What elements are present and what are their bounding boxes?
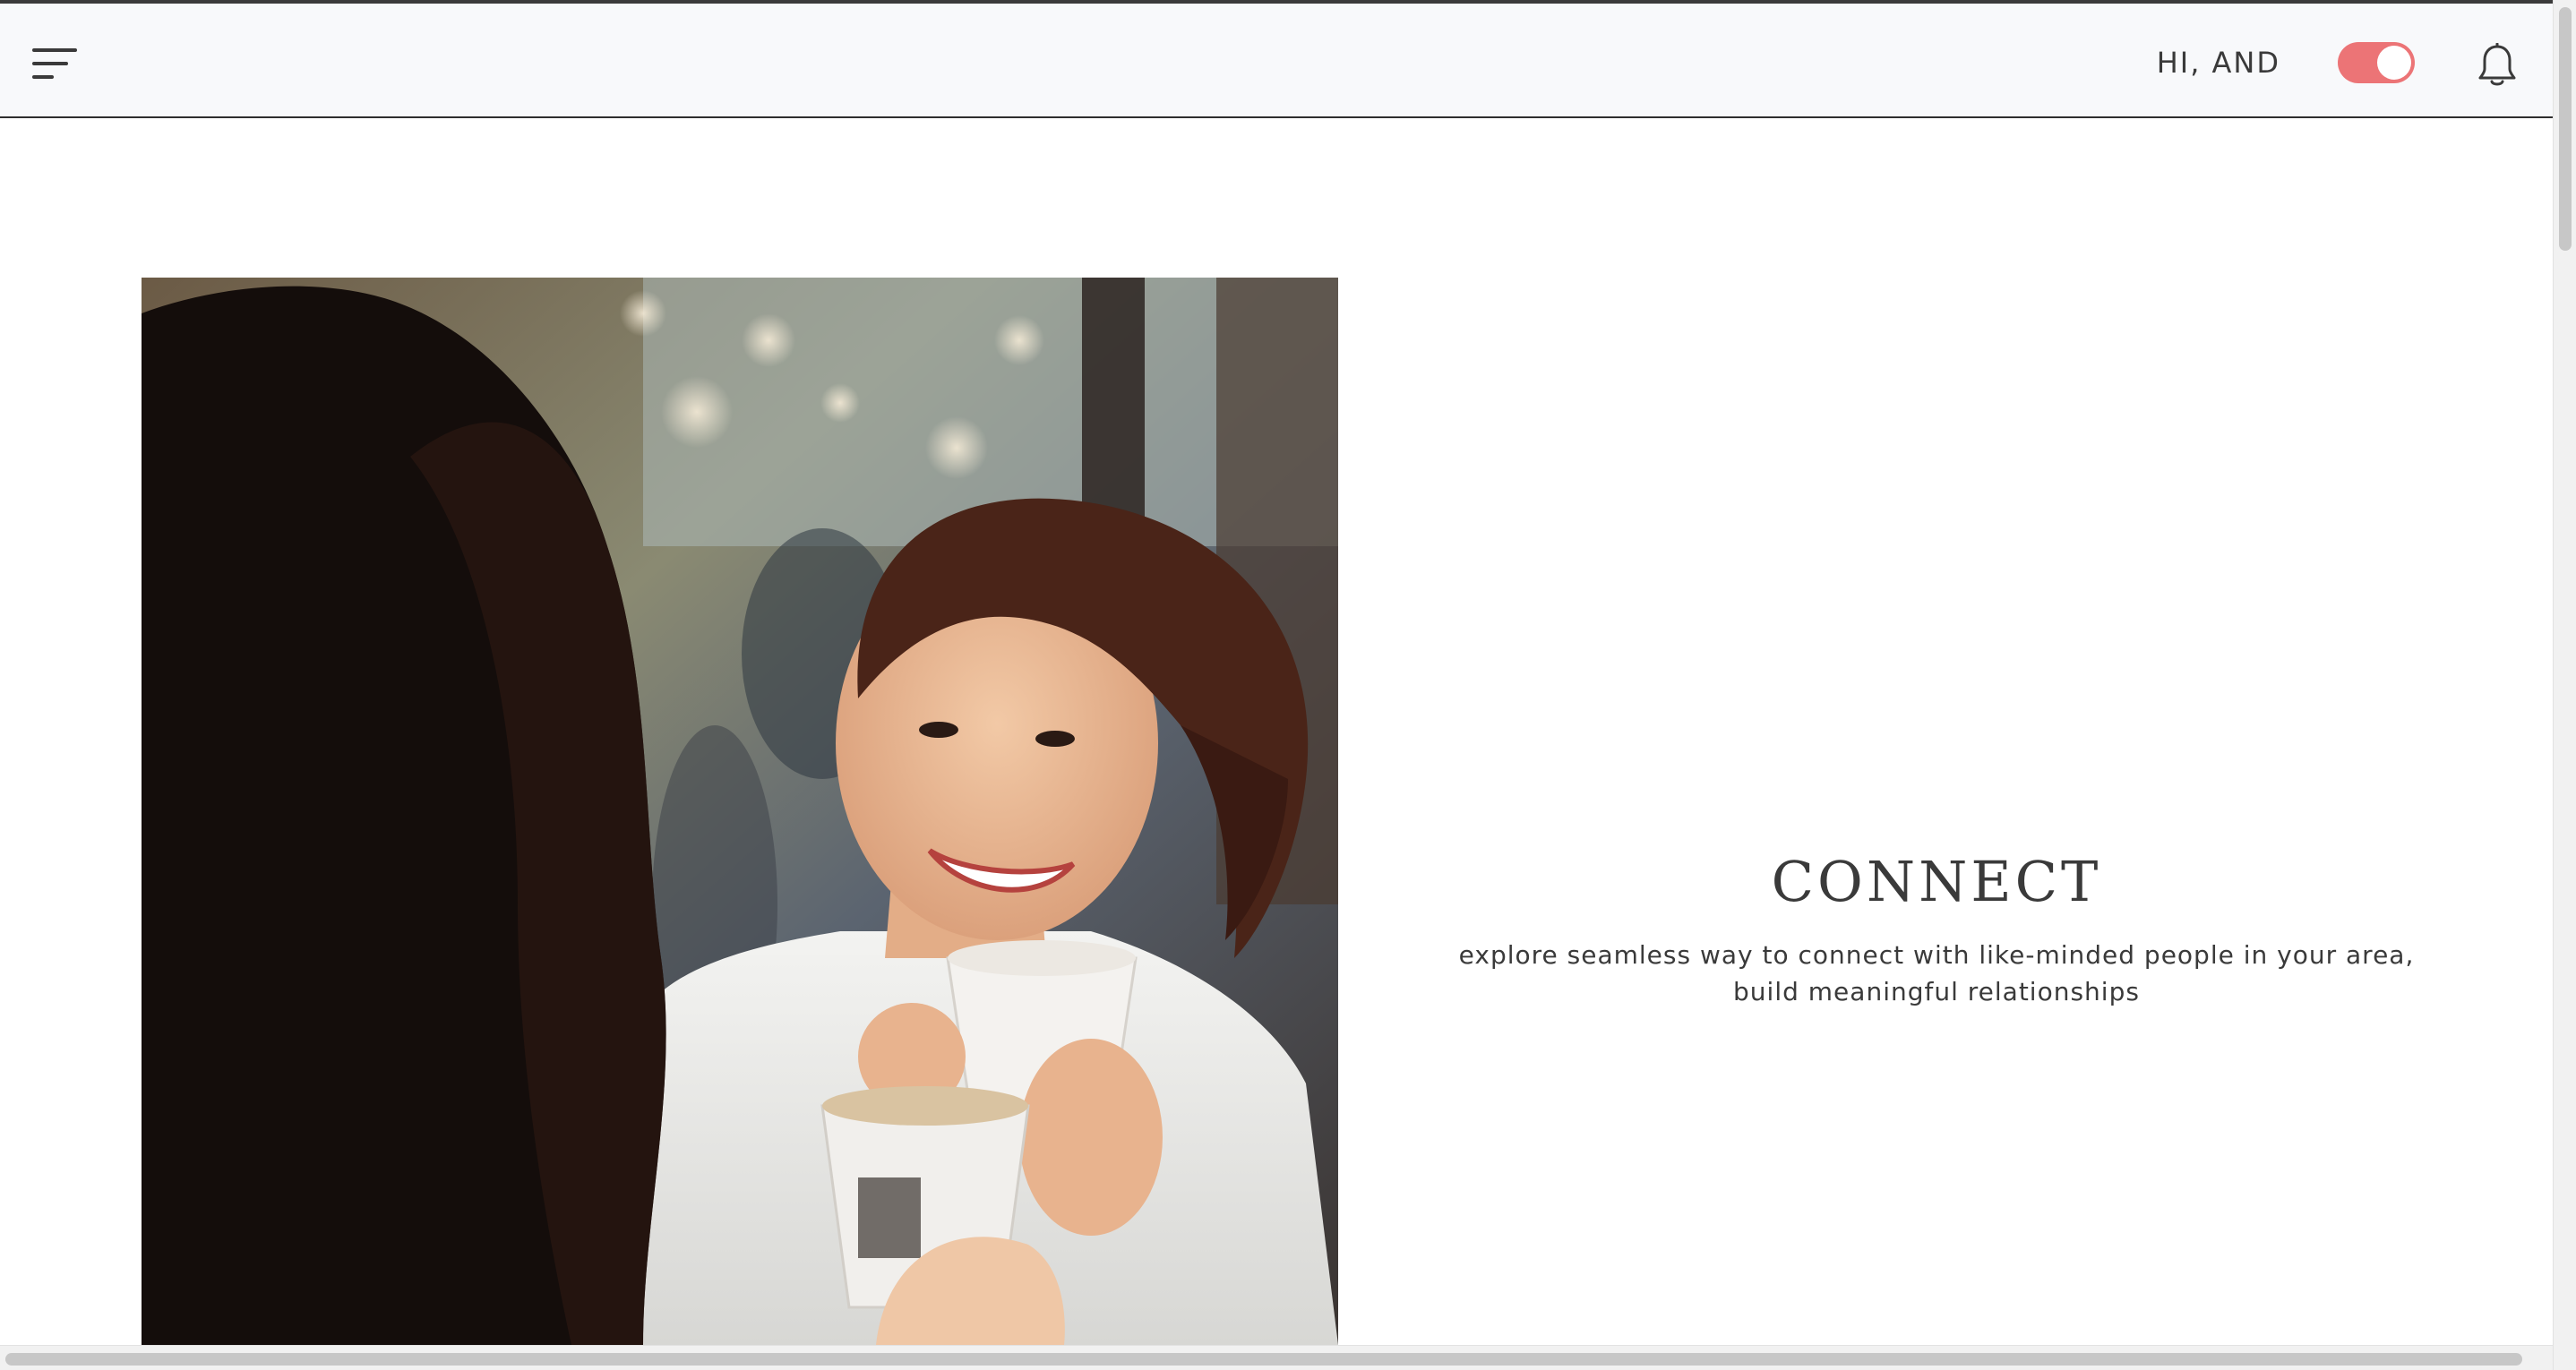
vertical-scrollbar-thumb[interactable]	[2559, 7, 2572, 251]
bell-icon[interactable]	[2476, 42, 2519, 88]
horizontal-scrollbar-thumb[interactable]	[5, 1353, 2522, 1366]
hero-title: CONNECT	[1771, 849, 2102, 914]
user-greeting: HI, AND	[2156, 46, 2280, 80]
top-navbar: HI, AND	[0, 4, 2553, 118]
hero-text: CONNECT explore seamless way to connect …	[1433, 842, 2440, 1010]
toggle-knob	[2377, 46, 2411, 80]
hero-description: explore seamless way to connect with lik…	[1458, 940, 2415, 1006]
hero-photo	[142, 278, 1338, 1345]
theme-toggle[interactable]	[2338, 42, 2415, 83]
hamburger-menu-icon[interactable]	[32, 48, 77, 82]
